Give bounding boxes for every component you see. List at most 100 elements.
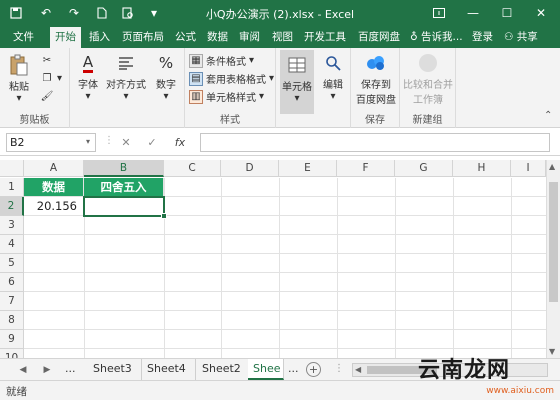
minimize-icon[interactable]: — bbox=[458, 2, 488, 24]
tell-me-box[interactable]: ♁ 告诉我... bbox=[410, 27, 463, 48]
tab-insert[interactable]: 插入 bbox=[84, 27, 115, 48]
column-header-i[interactable]: I bbox=[511, 160, 546, 177]
row-header-4[interactable]: 4 bbox=[0, 235, 24, 254]
person-icon: ⚇ bbox=[504, 31, 514, 43]
formula-input[interactable] bbox=[200, 133, 550, 152]
row-header-6[interactable]: 6 bbox=[0, 273, 24, 292]
sheet-prev-icon[interactable]: ◀ bbox=[16, 362, 30, 378]
close-icon[interactable]: ✕ bbox=[526, 2, 556, 24]
row-header-8[interactable]: 8 bbox=[0, 311, 24, 330]
tab-file[interactable]: 文件 bbox=[8, 27, 39, 48]
tab-splitter-icon[interactable]: ⋮ bbox=[334, 363, 344, 374]
tab-baidu-netdisk[interactable]: 百度网盘 bbox=[353, 27, 405, 48]
column-header-f[interactable]: F bbox=[337, 160, 395, 177]
cut-button[interactable]: ✂ bbox=[40, 52, 54, 69]
column-header-b[interactable]: B bbox=[84, 160, 164, 177]
row-header-10[interactable]: 10 bbox=[0, 349, 24, 358]
active-cell-b2[interactable] bbox=[83, 196, 167, 219]
number-button[interactable]: % 数字 ▾ bbox=[150, 52, 182, 102]
add-sheet-icon[interactable]: + bbox=[306, 362, 321, 377]
font-button[interactable]: A 字体 ▾ bbox=[72, 52, 104, 103]
share-button[interactable]: ⚇ 共享 bbox=[504, 27, 538, 48]
new-document-icon[interactable] bbox=[92, 4, 112, 22]
alignment-dropdown-icon: ▾ bbox=[123, 91, 129, 102]
row-header-7[interactable]: 7 bbox=[0, 292, 24, 311]
name-box-dropdown-icon[interactable]: ▾ bbox=[86, 137, 90, 146]
worksheet-grid[interactable]: A B C D E F G H I 1 2 3 4 5 6 7 8 9 10 数… bbox=[0, 160, 560, 358]
tab-review[interactable]: 审阅 bbox=[234, 27, 265, 48]
column-header-d[interactable]: D bbox=[221, 160, 279, 177]
scroll-left-icon[interactable]: ◀ bbox=[355, 364, 361, 376]
cell-b1[interactable]: 四舍五入 bbox=[84, 178, 164, 197]
cells-button[interactable]: 单元格 ▾ bbox=[280, 50, 314, 114]
sheet-tab-sheet2[interactable]: Sheet2 bbox=[193, 359, 251, 380]
alignment-button[interactable]: 对齐方式 ▾ bbox=[104, 52, 148, 102]
vertical-scroll-thumb[interactable] bbox=[549, 182, 558, 302]
enter-icon[interactable]: ✓ bbox=[144, 134, 160, 150]
cell-a2[interactable]: 20.156 bbox=[24, 197, 84, 216]
align-icon bbox=[115, 52, 137, 74]
tab-data[interactable]: 数据 bbox=[202, 27, 233, 48]
column-header-g[interactable]: G bbox=[395, 160, 453, 177]
search-icon bbox=[322, 52, 344, 74]
fill-handle[interactable] bbox=[161, 213, 167, 219]
name-box[interactable]: B2 bbox=[6, 133, 96, 152]
row-header-2[interactable]: 2 bbox=[0, 197, 24, 216]
tab-formulas[interactable]: 公式 bbox=[170, 27, 201, 48]
sheet-tab-sheet4[interactable]: Sheet4 bbox=[138, 359, 196, 380]
select-all-corner[interactable] bbox=[0, 160, 24, 177]
tab-view[interactable]: 视图 bbox=[267, 27, 298, 48]
ribbon-display-options-icon[interactable] bbox=[424, 2, 454, 24]
copy-dropdown-icon: ▾ bbox=[57, 73, 63, 84]
customize-quick-access-icon[interactable]: ▾ bbox=[144, 4, 164, 22]
save-label: 保存 bbox=[365, 115, 385, 126]
sign-in-link[interactable]: 登录 bbox=[472, 27, 493, 48]
table-format-dropdown-icon: ▾ bbox=[269, 73, 275, 84]
save-to-baidu-button[interactable]: 保存到 百度网盘 bbox=[353, 52, 399, 106]
sheet-tab-more-right[interactable]: ... bbox=[284, 359, 303, 380]
cell-a1[interactable]: 数据 bbox=[24, 178, 84, 197]
collapse-ribbon-icon[interactable]: ⌃ bbox=[544, 110, 552, 121]
editing-dropdown-icon: ▾ bbox=[330, 91, 336, 102]
sheet-tab-active[interactable]: Shee bbox=[248, 359, 284, 380]
scroll-up-icon[interactable]: ▲ bbox=[549, 162, 555, 171]
tab-developer[interactable]: 开发工具 bbox=[299, 27, 351, 48]
row-header-9[interactable]: 9 bbox=[0, 330, 24, 349]
row-header-5[interactable]: 5 bbox=[0, 254, 24, 273]
print-preview-icon[interactable] bbox=[118, 4, 138, 22]
row-header-3[interactable]: 3 bbox=[0, 216, 24, 235]
sheet-tab-sheet3[interactable]: Sheet3 bbox=[84, 359, 142, 380]
tab-page-layout[interactable]: 页面布局 bbox=[117, 27, 169, 48]
paste-dropdown-icon: ▾ bbox=[16, 93, 22, 104]
copy-button[interactable]: ❐ ▾ bbox=[40, 70, 63, 87]
format-as-table-button[interactable]: ▤ 套用表格格式 ▾ bbox=[189, 70, 274, 87]
font-icon: A bbox=[82, 52, 94, 73]
tab-home[interactable]: 开始 bbox=[50, 27, 81, 48]
editing-button[interactable]: 编辑 ▾ bbox=[318, 52, 348, 102]
share-label: 共享 bbox=[516, 31, 538, 43]
cell-styles-button[interactable]: ▥ 单元格样式 ▾ bbox=[189, 88, 264, 105]
cut-icon: ✂ bbox=[42, 55, 52, 66]
clipboard-group: 粘贴 ▾ ✂ ❐ ▾ 🖌 剪贴板 bbox=[0, 48, 70, 128]
paste-button[interactable]: 粘贴 ▾ bbox=[4, 54, 34, 104]
redo-icon[interactable]: ↷ bbox=[64, 4, 84, 22]
insert-function-icon[interactable]: fx bbox=[172, 134, 188, 150]
vertical-scrollbar[interactable]: ▲ ▼ bbox=[546, 160, 560, 358]
column-header-e[interactable]: E bbox=[279, 160, 337, 177]
undo-icon[interactable]: ↶ bbox=[36, 4, 56, 22]
row-header-1[interactable]: 1 bbox=[0, 178, 24, 197]
save-icon[interactable] bbox=[6, 4, 26, 22]
conditional-formatting-button[interactable]: ▦ 条件格式 ▾ bbox=[189, 52, 254, 69]
maximize-icon[interactable]: ☐ bbox=[492, 2, 522, 24]
number-dropdown-icon: ▾ bbox=[163, 91, 169, 102]
compare-merge-button[interactable]: 比较和合并 工作簿 bbox=[402, 52, 454, 106]
column-header-a[interactable]: A bbox=[24, 160, 84, 177]
sheet-next-icon[interactable]: ▶ bbox=[40, 362, 54, 378]
format-painter-button[interactable]: 🖌 bbox=[40, 88, 54, 105]
status-ready: 就绪 bbox=[6, 386, 27, 398]
column-header-h[interactable]: H bbox=[453, 160, 511, 177]
ribbon: 粘贴 ▾ ✂ ❐ ▾ 🖌 剪贴板 A 字体 ▾ 对齐方式 ▾ % 数字 ▾ ▦ 条… bbox=[0, 48, 560, 128]
cancel-icon[interactable]: ✕ bbox=[118, 134, 134, 150]
sheet-tab-more-left[interactable]: ... bbox=[56, 359, 85, 380]
column-header-c[interactable]: C bbox=[164, 160, 221, 177]
